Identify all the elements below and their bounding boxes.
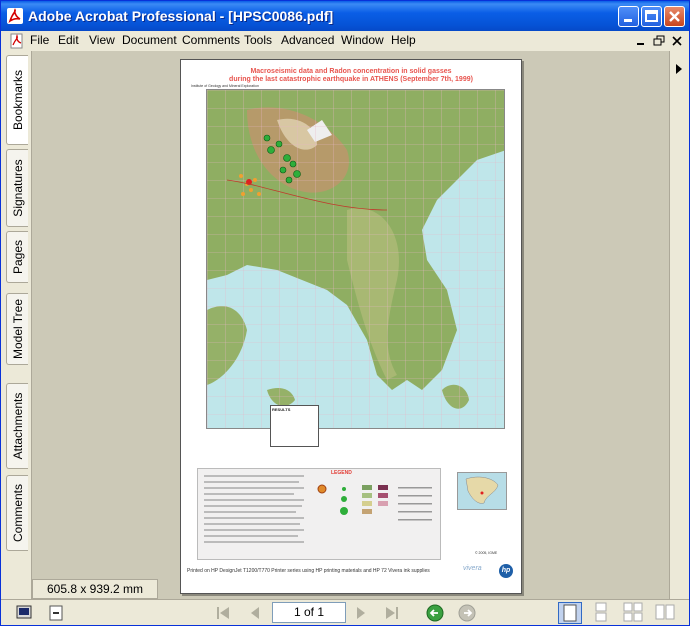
tab-pages[interactable]: Pages — [6, 231, 28, 283]
menu-bar: File Edit View Document Comments Tools A… — [1, 31, 689, 51]
menu-file[interactable]: File — [30, 33, 49, 47]
close-button[interactable] — [664, 6, 685, 27]
print-footer: Printed on HP DesignJet T1200/T770 Print… — [187, 568, 430, 574]
acrobat-app-icon[interactable] — [7, 8, 23, 24]
first-page-icon[interactable] — [214, 604, 232, 622]
vivera-brand: vivera — [463, 565, 482, 572]
single-page-layout-button[interactable] — [558, 602, 582, 624]
go-back-icon[interactable] — [426, 604, 444, 622]
go-forward-icon[interactable] — [458, 604, 476, 622]
facing-layout-button[interactable] — [622, 602, 646, 624]
tab-comments[interactable]: Comments — [6, 475, 28, 551]
title-bar[interactable]: Adobe Acrobat Professional - [HPSC0086.p… — [1, 1, 689, 31]
menu-document[interactable]: Document — [122, 33, 177, 47]
doc-close-button[interactable] — [670, 34, 684, 48]
previous-page-icon[interactable] — [246, 604, 264, 622]
navigation-panel: Bookmarks Signatures Pages Model Tree At… — [1, 51, 32, 599]
menu-edit[interactable]: Edit — [58, 33, 79, 47]
page-size-readout: 605.8 x 939.2 mm — [32, 579, 158, 599]
results-box: RESULTS — [270, 405, 319, 447]
doc-minimize-button[interactable] — [634, 34, 648, 48]
legend-panel — [197, 468, 441, 560]
window-title: Adobe Acrobat Professional - [HPSC0086.p… — [28, 8, 334, 24]
tab-attachments[interactable]: Attachments — [6, 383, 28, 469]
results-heading: RESULTS — [272, 407, 291, 412]
poster-title: Macroseismic data and Radon concentratio… — [221, 68, 481, 84]
document-options-icon[interactable] — [47, 604, 65, 622]
menu-window[interactable]: Window — [341, 33, 384, 47]
hp-logo: hp — [499, 564, 513, 578]
menu-tools[interactable]: Tools — [244, 33, 272, 47]
legend-title: LEGEND — [331, 470, 352, 476]
tab-comments-label: Comments — [10, 483, 25, 543]
page-number-field[interactable]: 1 of 1 — [272, 602, 346, 623]
continuous-facing-layout-button[interactable] — [654, 602, 678, 624]
tab-bookmarks[interactable]: Bookmarks — [6, 55, 28, 145]
menu-help[interactable]: Help — [391, 33, 416, 47]
pdf-page[interactable]: Macroseismic data and Radon concentratio… — [180, 59, 522, 594]
acrobat-window: Adobe Acrobat Professional - [HPSC0086.p… — [0, 0, 690, 626]
next-page-icon[interactable] — [352, 604, 370, 622]
menu-view[interactable]: View — [89, 33, 115, 47]
copyright-text: © 2005, IGME — [475, 551, 498, 555]
right-panel-strip — [669, 51, 689, 599]
minimize-button[interactable] — [618, 6, 639, 27]
last-page-icon[interactable] — [383, 604, 401, 622]
continuous-layout-button[interactable] — [590, 602, 614, 624]
institute-label: Institute of Geology and Mineral Explora… — [191, 84, 259, 88]
tab-pages-label: Pages — [10, 239, 25, 275]
status-toolbar: 1 of 1 — [1, 599, 689, 625]
tab-signatures[interactable]: Signatures — [6, 149, 28, 227]
document-pane[interactable]: Macroseismic data and Radon concentratio… — [32, 51, 669, 599]
document-menu-icon[interactable] — [9, 33, 25, 49]
tab-model-tree[interactable]: Model Tree — [6, 293, 28, 365]
tab-model-tree-label: Model Tree — [10, 298, 25, 360]
poster-title-line1: Macroseismic data and Radon concentratio… — [250, 68, 452, 75]
menu-advanced[interactable]: Advanced — [281, 33, 334, 47]
doc-restore-button[interactable] — [652, 34, 666, 48]
relief-map — [206, 89, 505, 429]
page-thumbnail-icon[interactable] — [15, 604, 33, 622]
inset-map — [457, 472, 507, 510]
tab-signatures-label: Signatures — [10, 159, 25, 217]
menu-comments[interactable]: Comments — [182, 33, 240, 47]
tab-bookmarks-label: Bookmarks — [10, 69, 25, 131]
poster-title-line2: during the last catastrophic earthquake … — [229, 76, 473, 83]
tab-attachments-label: Attachments — [10, 392, 25, 460]
expand-arrow-icon[interactable] — [672, 60, 686, 78]
maximize-button[interactable] — [641, 6, 662, 27]
